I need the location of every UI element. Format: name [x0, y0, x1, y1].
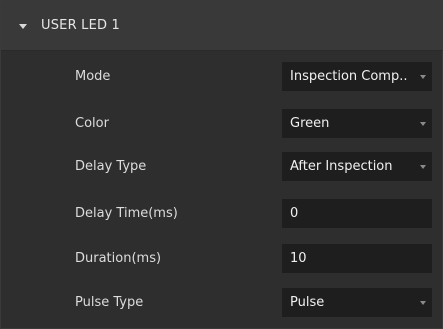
row-mode: Mode Inspection Comp...	[1, 55, 443, 99]
duration-label: Duration(ms)	[75, 251, 162, 266]
delay-time-value: 0	[290, 206, 299, 221]
duration-value: 10	[290, 251, 307, 266]
mode-dropdown[interactable]: Inspection Comp...	[282, 62, 432, 91]
chevron-down-icon[interactable]	[420, 122, 426, 126]
chevron-down-icon[interactable]	[420, 75, 426, 79]
delay-type-label: Delay Type	[75, 159, 147, 174]
chevron-down-icon[interactable]	[420, 165, 426, 169]
row-delay-time: Delay Time(ms) 0	[1, 192, 443, 236]
color-dropdown[interactable]: Green	[282, 109, 432, 138]
mode-label: Mode	[75, 69, 111, 84]
delay-time-label: Delay Time(ms)	[75, 206, 178, 221]
pulse-type-value: Pulse	[290, 295, 325, 310]
color-value: Green	[290, 116, 330, 131]
pulse-type-label: Pulse Type	[75, 295, 144, 310]
property-panel: USER LED 1 Mode Inspection Comp... Color…	[0, 0, 443, 329]
section-header-user-led-1[interactable]: USER LED 1	[1, 1, 443, 51]
duration-input[interactable]: 10	[282, 244, 432, 273]
caret-down-icon[interactable]	[19, 24, 27, 29]
delay-type-value: After Inspection	[290, 159, 393, 174]
row-pulse-type: Pulse Type Pulse	[1, 281, 443, 325]
delay-time-input[interactable]: 0	[282, 199, 432, 228]
row-delay-type: Delay Type After Inspection	[1, 145, 443, 189]
row-color: Color Green	[1, 102, 443, 146]
delay-type-dropdown[interactable]: After Inspection	[282, 152, 432, 181]
pulse-type-dropdown[interactable]: Pulse	[282, 288, 432, 317]
color-label: Color	[75, 116, 109, 131]
section-title: USER LED 1	[41, 18, 121, 33]
mode-value: Inspection Comp...	[290, 69, 408, 84]
chevron-down-icon[interactable]	[420, 301, 426, 305]
row-duration: Duration(ms) 10	[1, 237, 443, 281]
